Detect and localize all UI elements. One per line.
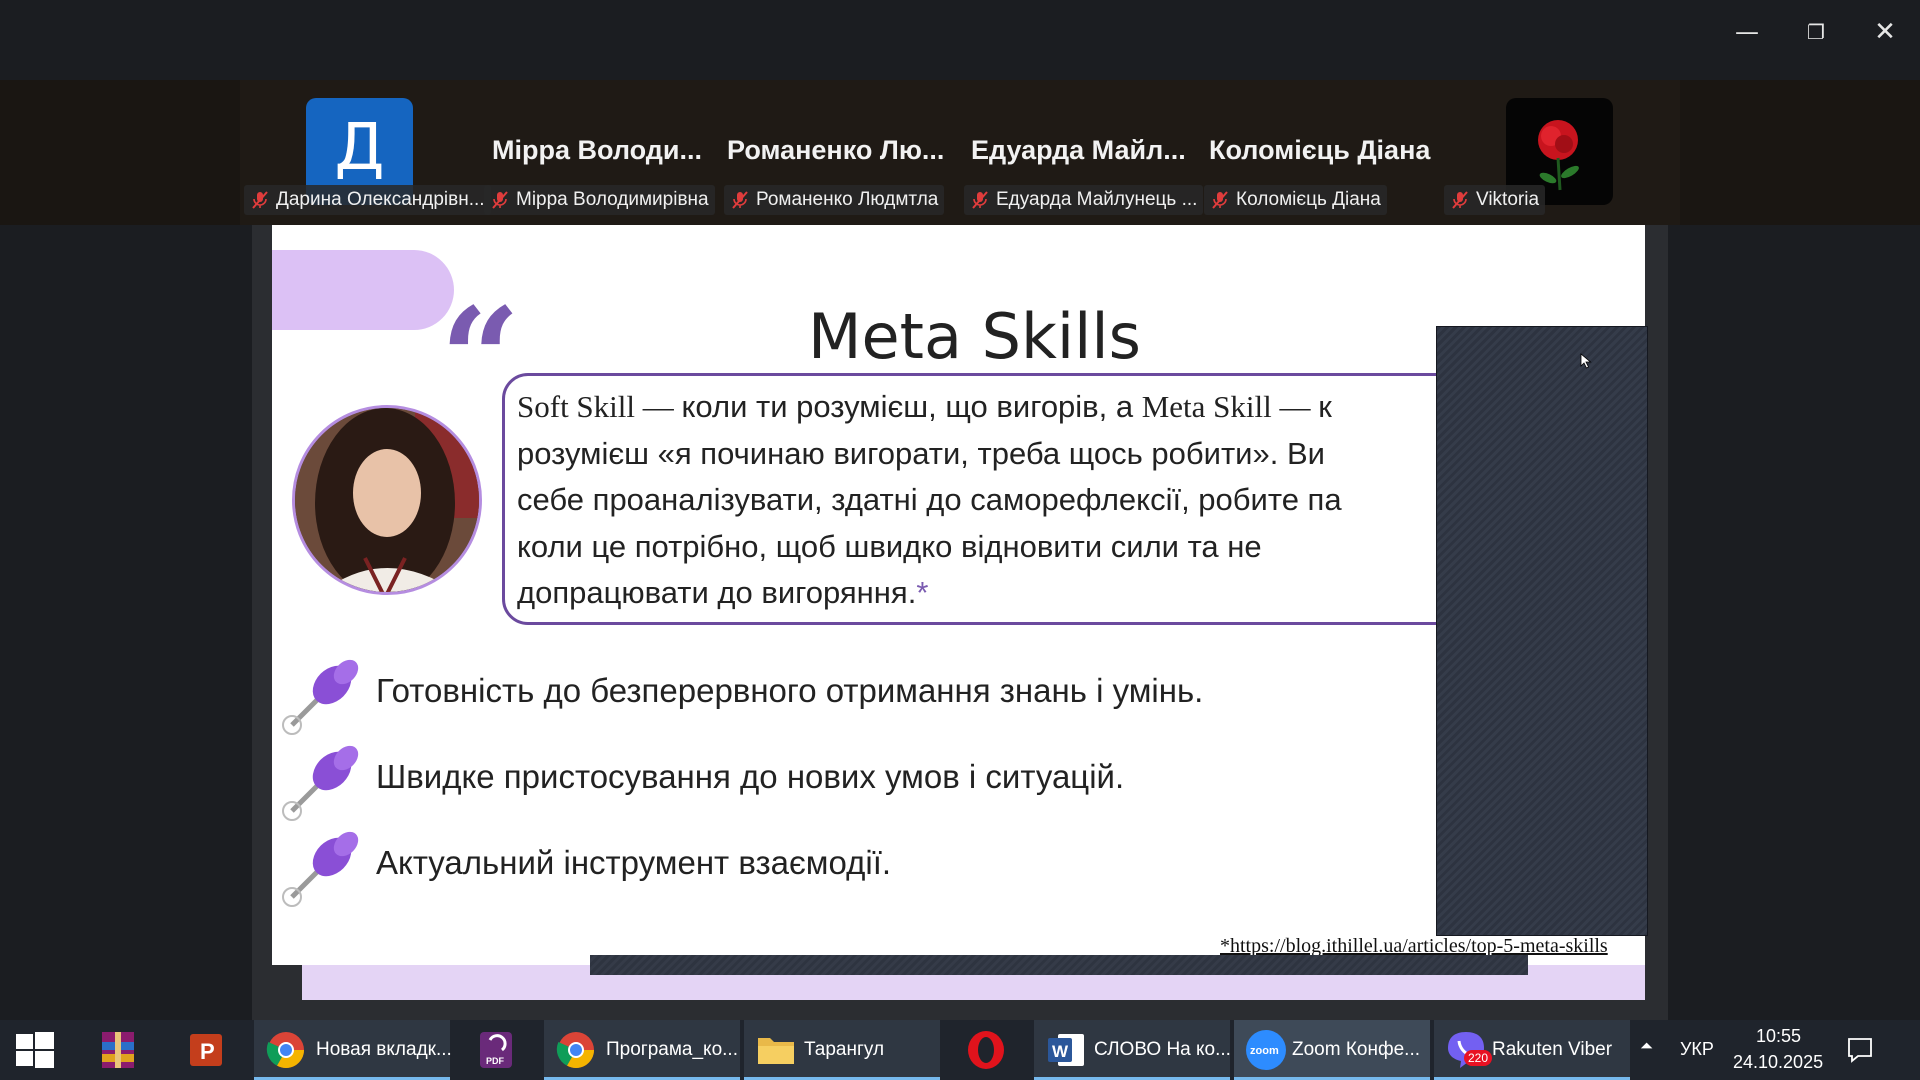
mic-muted-icon — [1452, 191, 1468, 209]
taskbar-app-winrar[interactable] — [86, 1020, 152, 1080]
participant-name-tile-2[interactable]: Романенко Лю... — [727, 135, 944, 166]
notification-icon[interactable] — [1846, 1036, 1874, 1064]
zoom-icon: zoom — [1246, 1030, 1286, 1070]
quote-text: Soft Skill — коли ти розумієш, що вигорі… — [517, 384, 1459, 617]
slide-title: Meta Skills — [808, 300, 1141, 373]
pushpin-icon — [282, 659, 359, 735]
quote-box: Soft Skill — коли ти розумієш, що вигорі… — [502, 373, 1462, 625]
participant-label-3: Романенко Людмтла — [724, 185, 945, 215]
mic-muted-icon — [972, 191, 988, 209]
svg-text:PDF: PDF — [486, 1056, 505, 1066]
svg-text:W: W — [1052, 1042, 1069, 1061]
speaker-photo — [292, 405, 482, 595]
taskbar: P Новая вкладк... PDF Програма_ко... Тар… — [0, 1020, 1920, 1080]
quote-sans-part: коли ти розумієш, що вигорів, а — [681, 389, 1142, 424]
clock-date[interactable]: 24.10.2025 — [1733, 1052, 1823, 1073]
clock-time[interactable]: 10:55 — [1756, 1026, 1801, 1047]
restore-button[interactable]: ❐ — [1796, 14, 1836, 50]
participant-name-tile-1[interactable]: Мірра Володи... — [492, 135, 702, 166]
participant-label-text: Viktoria — [1476, 189, 1540, 210]
taskbar-app-viber[interactable]: 220 Rakuten Viber — [1434, 1020, 1630, 1080]
slide-bottom-corner — [272, 965, 302, 1000]
decorative-blob — [272, 250, 454, 330]
taskbar-app-chrome-2[interactable]: Програма_ко... — [544, 1020, 740, 1080]
taskbar-app-folder[interactable]: Тарангул — [744, 1020, 940, 1080]
close-button[interactable]: ✕ — [1865, 14, 1905, 50]
quote-sans-part: допрацювати до вигоряння. — [517, 575, 917, 610]
pushpin-icon — [282, 831, 359, 907]
pushpin-icon — [282, 745, 359, 821]
chrome-icon — [266, 1032, 304, 1069]
participant-label-text: Романенко Людмтла — [756, 189, 939, 210]
portrait-image — [295, 408, 479, 592]
quote-serif-part: Soft Skill — — [517, 389, 682, 424]
window-titlebar: — ❐ ✕ — [0, 0, 1920, 80]
tray-chevron-icon[interactable]: ⏶ — [1640, 1038, 1653, 1056]
mic-muted-icon — [732, 191, 748, 209]
quote-line-2: розумієш «я починаю вигорати, треба щось… — [517, 435, 1325, 471]
viber-badge: 220 — [1464, 1050, 1493, 1066]
mic-muted-icon — [1212, 191, 1228, 209]
participant-name-tile-4[interactable]: Коломієць Діана — [1209, 135, 1430, 166]
taskbar-app-label: Програма_ко... — [606, 1039, 738, 1060]
language-indicator[interactable]: УКР — [1680, 1039, 1714, 1060]
winrar-icon — [102, 1032, 134, 1068]
participant-label-text: Дарина Олександрівн... — [276, 189, 485, 210]
taskbar-app-label: Новая вкладк... — [316, 1039, 452, 1060]
start-button[interactable] — [0, 1020, 72, 1080]
bullet-text-1: Готовність до безперервного отримання зн… — [376, 672, 1204, 709]
mouse-cursor-icon — [1580, 353, 1592, 369]
taskbar-app-word[interactable]: W СЛОВО На ко... — [1034, 1020, 1231, 1080]
mic-muted-icon — [492, 191, 508, 209]
bullet-text-2: Швидке пристосування до нових умов і сит… — [376, 758, 1125, 795]
taskbar-app-label: Тарангул — [804, 1039, 885, 1060]
taskbar-app-pdf[interactable]: PDF — [464, 1020, 530, 1080]
chrome-icon — [556, 1032, 594, 1069]
svg-text:zoom: zoom — [1250, 1045, 1279, 1057]
windows-icon — [16, 1032, 54, 1068]
mic-muted-icon — [252, 191, 268, 209]
quote-asterisk: * — [916, 575, 929, 610]
quote-line-3: себе проаналізувати, здатні до саморефле… — [517, 482, 1342, 517]
participant-name-tile-3[interactable]: Едуарда Майл... — [971, 135, 1186, 166]
participant-label-1: Дарина Олександрівн... — [244, 185, 491, 215]
minimize-button[interactable]: — — [1727, 14, 1767, 50]
participant-label-text: Коломієць Діана — [1236, 189, 1381, 210]
overlay-panel — [1436, 326, 1648, 936]
horizontal-scrollbar[interactable] — [590, 955, 1528, 975]
powerpoint-icon: P — [190, 1034, 222, 1066]
participant-label-4: Едуарда Майлунець ... — [964, 185, 1204, 215]
participant-label-text: Мірра Володимирівна — [516, 189, 709, 210]
quote-line-1: Soft Skill — коли ти розумієш, що вигорі… — [517, 384, 1459, 431]
quote-serif-part: Meta Skill — — [1141, 389, 1319, 424]
taskbar-app-label: Zoom Конфе... — [1292, 1039, 1421, 1060]
opera-icon — [968, 1031, 1004, 1069]
taskbar-app-zoom[interactable]: zoom Zoom Конфе... — [1234, 1020, 1430, 1080]
quote-sans-part: к — [1318, 389, 1332, 424]
taskbar-app-label: Rakuten Viber — [1492, 1039, 1613, 1060]
svg-text:P: P — [200, 1039, 215, 1064]
participant-label-2: Мірра Володимирівна — [484, 185, 715, 215]
taskbar-app-label: СЛОВО На ко... — [1094, 1039, 1231, 1060]
bullet-text-3: Актуальний інструмент взаємодії. — [376, 844, 892, 881]
participant-label-6: Viktoria — [1444, 185, 1546, 215]
folder-icon — [758, 1038, 794, 1064]
taskbar-app-opera[interactable] — [954, 1020, 1020, 1080]
word-icon: W — [1048, 1034, 1084, 1066]
quote-line-4: коли це потрібно, щоб швидко відновити с… — [517, 528, 1262, 564]
pdf-icon: PDF — [480, 1032, 512, 1068]
quote-line-5: допрацювати до вигоряння.* — [517, 570, 1459, 617]
taskbar-app-chrome-1[interactable]: Новая вкладк... — [254, 1020, 452, 1080]
taskbar-app-powerpoint[interactable]: P — [174, 1020, 240, 1080]
participant-label-text: Едуарда Майлунець ... — [996, 189, 1198, 210]
participant-label-5: Коломієць Діана — [1204, 185, 1387, 215]
